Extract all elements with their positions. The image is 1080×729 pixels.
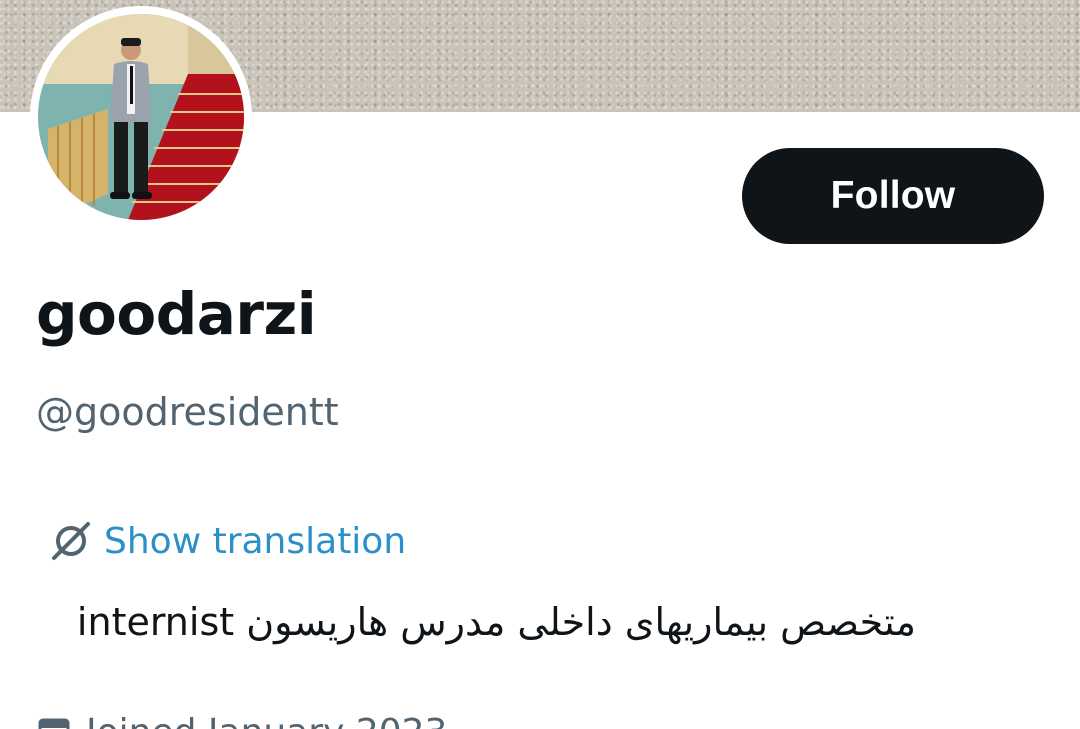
- profile-avatar[interactable]: [30, 6, 252, 228]
- display-name: goodarzi: [36, 280, 317, 348]
- show-translation-button[interactable]: Show translation: [48, 516, 406, 566]
- calendar-icon: [38, 718, 70, 729]
- joined-date: Joined January 2023: [36, 712, 447, 729]
- globe-slash-icon: [52, 522, 90, 560]
- avatar-photo: [38, 14, 244, 220]
- show-translation-label: Show translation: [104, 520, 407, 562]
- joined-date-label: Joined January 2023: [86, 712, 447, 729]
- follow-button[interactable]: Follow: [742, 148, 1044, 244]
- profile-bio: internist متخصص بیماریهای داخلی مدرس هار…: [76, 600, 916, 644]
- user-handle: @goodresidentt: [36, 390, 339, 434]
- profile-page: Follow goodarzi @goodresidentt Show tran…: [0, 0, 1080, 729]
